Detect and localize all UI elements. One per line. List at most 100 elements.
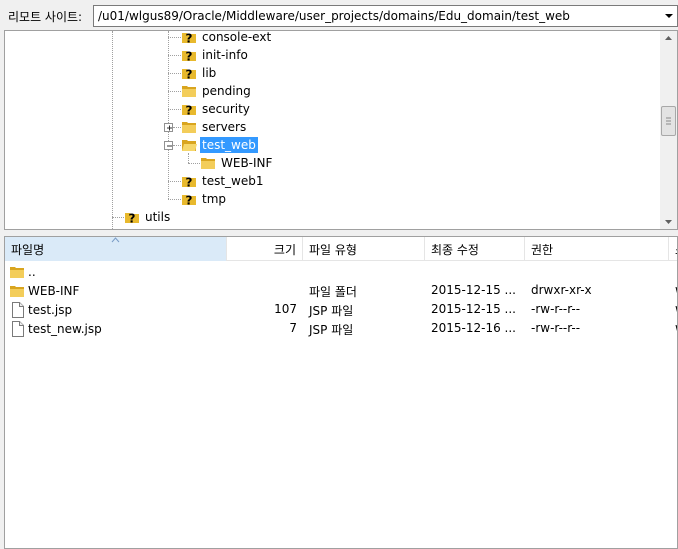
file-permissions: -rw-r--r-- [531, 321, 581, 335]
file-icon [12, 302, 24, 318]
file-row[interactable]: test_new.jsp 7 JSP 파일 2015-12-16 ... -rw… [5, 319, 677, 338]
tree-connector [173, 127, 181, 128]
unknown-folder-icon: ? [125, 212, 139, 226]
dropdown-arrow-icon[interactable] [663, 10, 675, 22]
unknown-folder-icon: ? [182, 50, 196, 64]
file-row[interactable]: test.jsp 107 JSP 파일 2015-12-15 ... -rw-r… [5, 300, 677, 319]
tree-item-utils[interactable]: ? utils [124, 208, 172, 226]
unknown-folder-icon: ? [182, 194, 196, 208]
tree-item-label: lib [202, 66, 217, 80]
file-modified: 2015-12-16 ... [431, 321, 516, 335]
file-name-cell: test_new.jsp [11, 321, 102, 337]
tree-item-security[interactable]: ? security [181, 100, 252, 118]
file-size: 7 [289, 321, 297, 335]
scroll-up-arrow-icon[interactable] [664, 34, 673, 43]
file-size: 107 [274, 302, 297, 316]
folder-icon [182, 122, 196, 133]
file-row-parent[interactable]: .. [5, 262, 677, 281]
tree-vertical-scrollbar[interactable] [660, 31, 677, 229]
tree-item-label: utils [145, 210, 171, 224]
tree-item-lib[interactable]: ? lib [181, 64, 218, 82]
tree-connector [168, 31, 169, 199]
column-header-modified[interactable]: 최종 수정 [425, 237, 525, 261]
tree-item-label: test_web1 [202, 174, 264, 188]
tree-item-label: console-ext [202, 30, 272, 44]
expand-toggle-servers[interactable] [164, 123, 173, 132]
tree-item-test-web1[interactable]: ? test_web1 [181, 172, 266, 190]
unknown-folder-icon: ? [182, 104, 196, 118]
folder-icon [10, 267, 24, 278]
file-name: test.jsp [28, 303, 73, 317]
tree-connector [168, 55, 181, 56]
tree-item-label: init-info [202, 48, 248, 62]
file-name-cell: test.jsp [11, 302, 72, 318]
remote-directory-tree[interactable]: ? console-ext ? init-info ? lib pending … [4, 30, 678, 230]
open-folder-icon [182, 140, 197, 151]
file-permissions: drwxr-xr-x [531, 283, 592, 297]
svg-text:?: ? [186, 194, 193, 208]
tree-connector [188, 163, 200, 164]
column-header-label: 파일 유형 [309, 242, 357, 257]
column-header-owner[interactable]: 소 [669, 237, 677, 261]
file-icon [12, 321, 24, 337]
file-row[interactable]: WEB-INF 파일 폴더 2015-12-15 ... drwxr-xr-x … [5, 281, 677, 300]
tree-item-label: security [202, 102, 250, 116]
file-modified: 2015-12-15 ... [431, 302, 516, 316]
tree-connector [112, 31, 113, 229]
tree-item-test-web[interactable]: test_web [181, 136, 258, 154]
tree-item-web-inf[interactable]: WEB-INF [200, 154, 274, 172]
collapse-toggle-test-web[interactable] [164, 141, 173, 150]
scroll-down-arrow-icon[interactable] [664, 217, 673, 226]
tree-connector [168, 91, 181, 92]
unknown-folder-icon: ? [182, 32, 196, 45]
column-header-label: 파일명 [11, 242, 45, 257]
svg-text:?: ? [186, 104, 193, 118]
tree-item-label: pending [202, 84, 251, 98]
column-header-size[interactable]: 크기 [227, 237, 303, 261]
sort-ascending-icon [111, 237, 120, 243]
column-header-filename[interactable]: 파일명 [5, 237, 227, 261]
tree-connector [112, 217, 124, 218]
remote-site-bar: 리모트 사이트: /u01/wlgus89/Oracle/Middleware/… [0, 0, 678, 30]
file-type: JSP 파일 [309, 323, 354, 337]
tree-item-servers[interactable]: servers [181, 118, 248, 136]
tree-connector [168, 73, 181, 74]
svg-text:?: ? [186, 176, 193, 190]
file-name-cell: .. [9, 264, 36, 280]
file-permissions: -rw-r--r-- [531, 302, 581, 316]
tree-item-init-info[interactable]: ? init-info [181, 46, 250, 64]
tree-item-tmp[interactable]: ? tmp [181, 190, 228, 208]
remote-path-text[interactable]: /u01/wlgus89/Oracle/Middleware/user_proj… [98, 9, 570, 23]
unknown-folder-icon: ? [182, 68, 196, 82]
tree-item-label: tmp [202, 192, 227, 206]
folder-icon [10, 286, 24, 297]
unknown-folder-icon: ? [182, 176, 196, 190]
file-modified: 2015-12-15 ... [431, 283, 516, 297]
scrollbar-thumb[interactable] [661, 106, 676, 136]
remote-file-list[interactable]: 파일명 크기 파일 유형 최종 수정 권한 소 .. WEB-INF [4, 236, 678, 549]
file-type: 파일 폴더 [309, 285, 357, 299]
tree-connector [168, 37, 181, 38]
svg-text:?: ? [129, 212, 136, 226]
svg-text:?: ? [186, 50, 193, 64]
column-header-label: 최종 수정 [431, 242, 479, 257]
file-type: JSP 파일 [309, 304, 354, 318]
tree-connector [168, 109, 181, 110]
column-header-permissions[interactable]: 권한 [525, 237, 669, 261]
plus-icon [167, 125, 172, 131]
tree-item-pending[interactable]: pending [181, 82, 253, 100]
tree-item-label: test_web [200, 137, 258, 153]
column-header-filetype[interactable]: 파일 유형 [303, 237, 425, 261]
svg-text:?: ? [186, 68, 193, 82]
tree-item-label: WEB-INF [221, 156, 273, 170]
tree-connector [188, 153, 189, 163]
remote-path-combobox[interactable]: /u01/wlgus89/Oracle/Middleware/user_proj… [93, 5, 678, 27]
file-name: WEB-INF [28, 284, 80, 298]
folder-icon [201, 158, 215, 169]
minus-icon [167, 145, 172, 147]
folder-icon [182, 86, 196, 97]
tree-item-label: servers [202, 120, 247, 134]
file-name: .. [28, 265, 36, 279]
file-list-header: 파일명 크기 파일 유형 최종 수정 권한 소 [5, 237, 677, 261]
tree-item-console-ext[interactable]: ? console-ext [181, 30, 273, 46]
